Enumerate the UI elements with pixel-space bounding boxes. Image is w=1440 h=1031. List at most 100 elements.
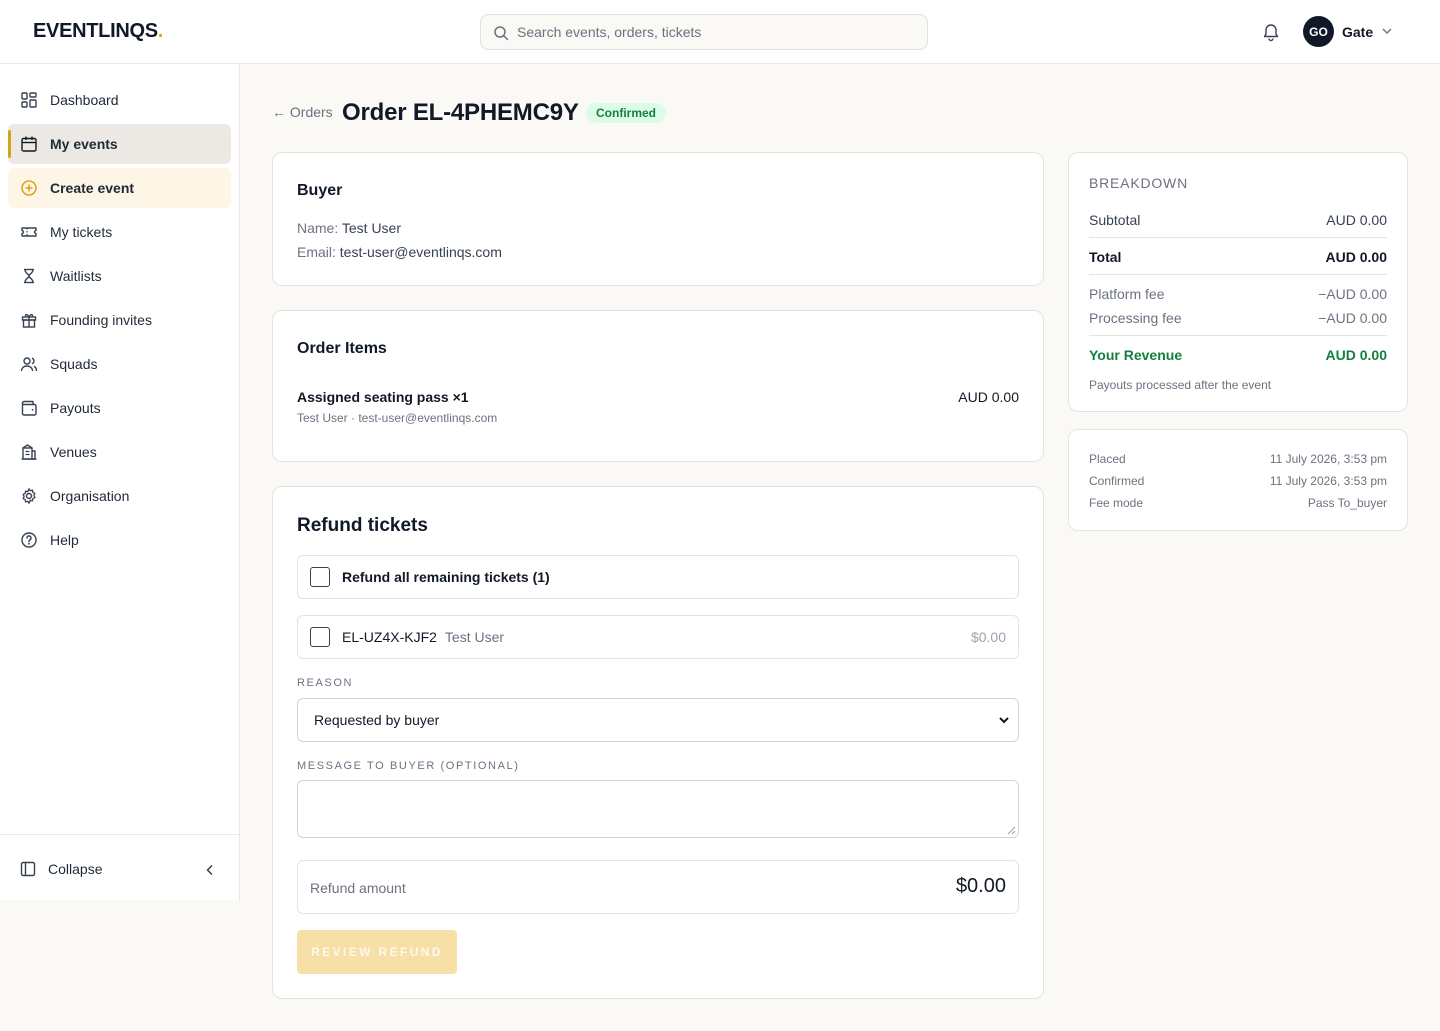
revenue-label: Your Revenue [1089,347,1183,363]
sidebar-item-create-event[interactable]: Create event [8,168,231,208]
confirmed-row: Confirmed 11 July 2026, 3:53 pm [1089,474,1387,488]
placed-row: Placed 11 July 2026, 3:53 pm [1089,452,1387,466]
sidebar-footer: Collapse [0,834,239,900]
buyer-heading: Buyer [297,182,343,199]
message-textarea[interactable] [297,780,1019,838]
subtotal-label: Subtotal [1089,212,1141,228]
ticket-holder: Test User [444,629,505,645]
user-name[interactable]: Gate [1342,24,1373,40]
search-input[interactable] [517,15,917,49]
divider [1089,237,1387,238]
divider [1089,335,1387,336]
sidebar-item-waitlists[interactable]: Waitlists [8,256,231,296]
processing-fee-label: Processing fee [1089,310,1182,326]
sidebar-item-organisation[interactable]: Organisation [8,476,231,516]
sidebar-item-payouts[interactable]: Payouts [8,388,231,428]
sidebar-item-label: My events [50,136,118,152]
hourglass-icon [24,268,34,284]
sidebar-item-label: Create event [50,180,135,196]
bell-icon[interactable] [1261,22,1281,42]
placed-value: 11 July 2026, 3:53 pm [1269,452,1387,466]
processing-fee-value: −AUD 0.00 [1318,310,1387,326]
buyer-card: Buyer Name: Test User Email: test-user@e… [272,152,1044,286]
chevron-down-icon [999,717,1009,724]
fee-mode-row: Fee mode Pass To_buyer [1089,496,1387,510]
sidebar-item-label: Venues [50,444,97,460]
total-value: AUD 0.00 [1325,249,1387,265]
top-bar: EVENTLINQS. GO Gate [0,0,1440,64]
revenue-row: Your Revenue AUD 0.00 [1089,347,1387,363]
avatar[interactable]: GO [1303,16,1334,47]
fee-mode-value: Pass To_buyer [1307,496,1387,510]
buyer-email: test-user@eventlinqs.com [339,244,502,260]
buyer-name: Test User [341,220,401,236]
refund-heading: Refund tickets [297,515,428,536]
chevron-left-icon[interactable] [205,864,215,876]
refund-amount-value: $0.00 [955,875,1006,897]
collapse-label: Collapse [48,861,103,877]
sidebar-item-my-tickets[interactable]: My tickets [8,212,231,252]
brand-logo[interactable]: EVENTLINQS. [33,20,163,43]
calendar-icon [21,136,37,152]
processing-fee-row: Processing fee −AUD 0.00 [1089,310,1387,326]
confirmed-label: Confirmed [1089,474,1145,488]
revenue-value: AUD 0.00 [1325,347,1387,363]
order-items-card: Order Items Assigned seating pass ×1 Tes… [272,310,1044,462]
placed-label: Placed [1089,452,1126,466]
ticket-label: EL-UZ4X-KJF2 Test User [342,629,504,645]
sidebar-item-founding-invites[interactable]: Founding invites [8,300,231,340]
order-items-heading: Order Items [297,340,387,357]
plus-circle-icon [21,180,37,196]
order-meta-card: Placed 11 July 2026, 3:53 pm Confirmed 11 … [1068,429,1408,531]
order-item-holder: Test User · test-user@eventlinqs.com [297,411,498,425]
sidebar-panel-icon [20,861,36,877]
sidebar-item-label: Squads [50,356,98,372]
total-label: Total [1089,249,1122,265]
building-icon [21,444,37,460]
buyer-name-label: Name: [297,220,339,236]
sidebar-item-help[interactable]: Help [8,520,231,560]
sidebar: Dashboard My events Create event My tick… [0,64,240,900]
buyer-email-label: Email: [297,244,336,260]
ticket-checkbox[interactable] [310,627,330,647]
sidebar-item-venues[interactable]: Venues [8,432,231,472]
breakdown-card: BREAKDOWN Subtotal AUD 0.00 Total AUD 0.00… [1068,152,1408,412]
payout-note: Payouts processed after the event [1089,378,1272,392]
sidebar-item-my-events[interactable]: My events [8,124,231,164]
collapse-button[interactable]: Collapse [20,861,102,877]
reason-label: REASON [297,677,354,689]
refund-all-row[interactable]: Refund all remaining tickets (1) [297,555,1019,599]
sidebar-item-label: Organisation [50,488,130,504]
platform-fee-value: −AUD 0.00 [1318,286,1387,302]
back-to-orders-link[interactable]: ← Orders [272,104,333,120]
users-icon [20,357,38,372]
resize-handle-icon[interactable] [1006,825,1016,835]
search-box[interactable] [480,14,928,50]
divider [1089,274,1387,275]
wallet-icon [21,400,37,416]
review-refund-button[interactable]: REVIEW REFUND [297,930,457,974]
reason-select[interactable]: Requested by buyer [297,698,1019,742]
sidebar-item-dashboard[interactable]: Dashboard [8,80,231,120]
subtotal-row: Subtotal AUD 0.00 [1089,212,1387,228]
ticket-row[interactable]: EL-UZ4X-KJF2 Test User $0.00 [297,615,1019,659]
order-item-name: Assigned seating pass ×1 [297,389,469,405]
sidebar-item-label: Payouts [50,400,101,416]
buyer-name-row: Name: Test User [297,220,401,236]
subtotal-value: AUD 0.00 [1326,212,1387,228]
refund-all-checkbox[interactable] [310,567,330,587]
ticket-amount: $0.00 [970,629,1006,645]
sidebar-item-label: Help [50,532,79,548]
refund-card: Refund tickets Refund all remaining tick… [272,486,1044,999]
sidebar-item-label: Founding invites [50,312,152,328]
search-icon [494,26,509,41]
fee-mode-label: Fee mode [1089,496,1144,510]
gift-icon [21,313,37,328]
chevron-down-icon[interactable] [1382,27,1392,35]
sidebar-item-squads[interactable]: Squads [8,344,231,384]
sidebar-item-label: My tickets [50,224,113,240]
ticket-code: EL-UZ4X-KJF2 [342,629,437,645]
gear-icon [22,488,36,504]
status-badge: Confirmed [586,103,666,123]
message-label: MESSAGE TO BUYER (OPTIONAL) [297,760,520,772]
